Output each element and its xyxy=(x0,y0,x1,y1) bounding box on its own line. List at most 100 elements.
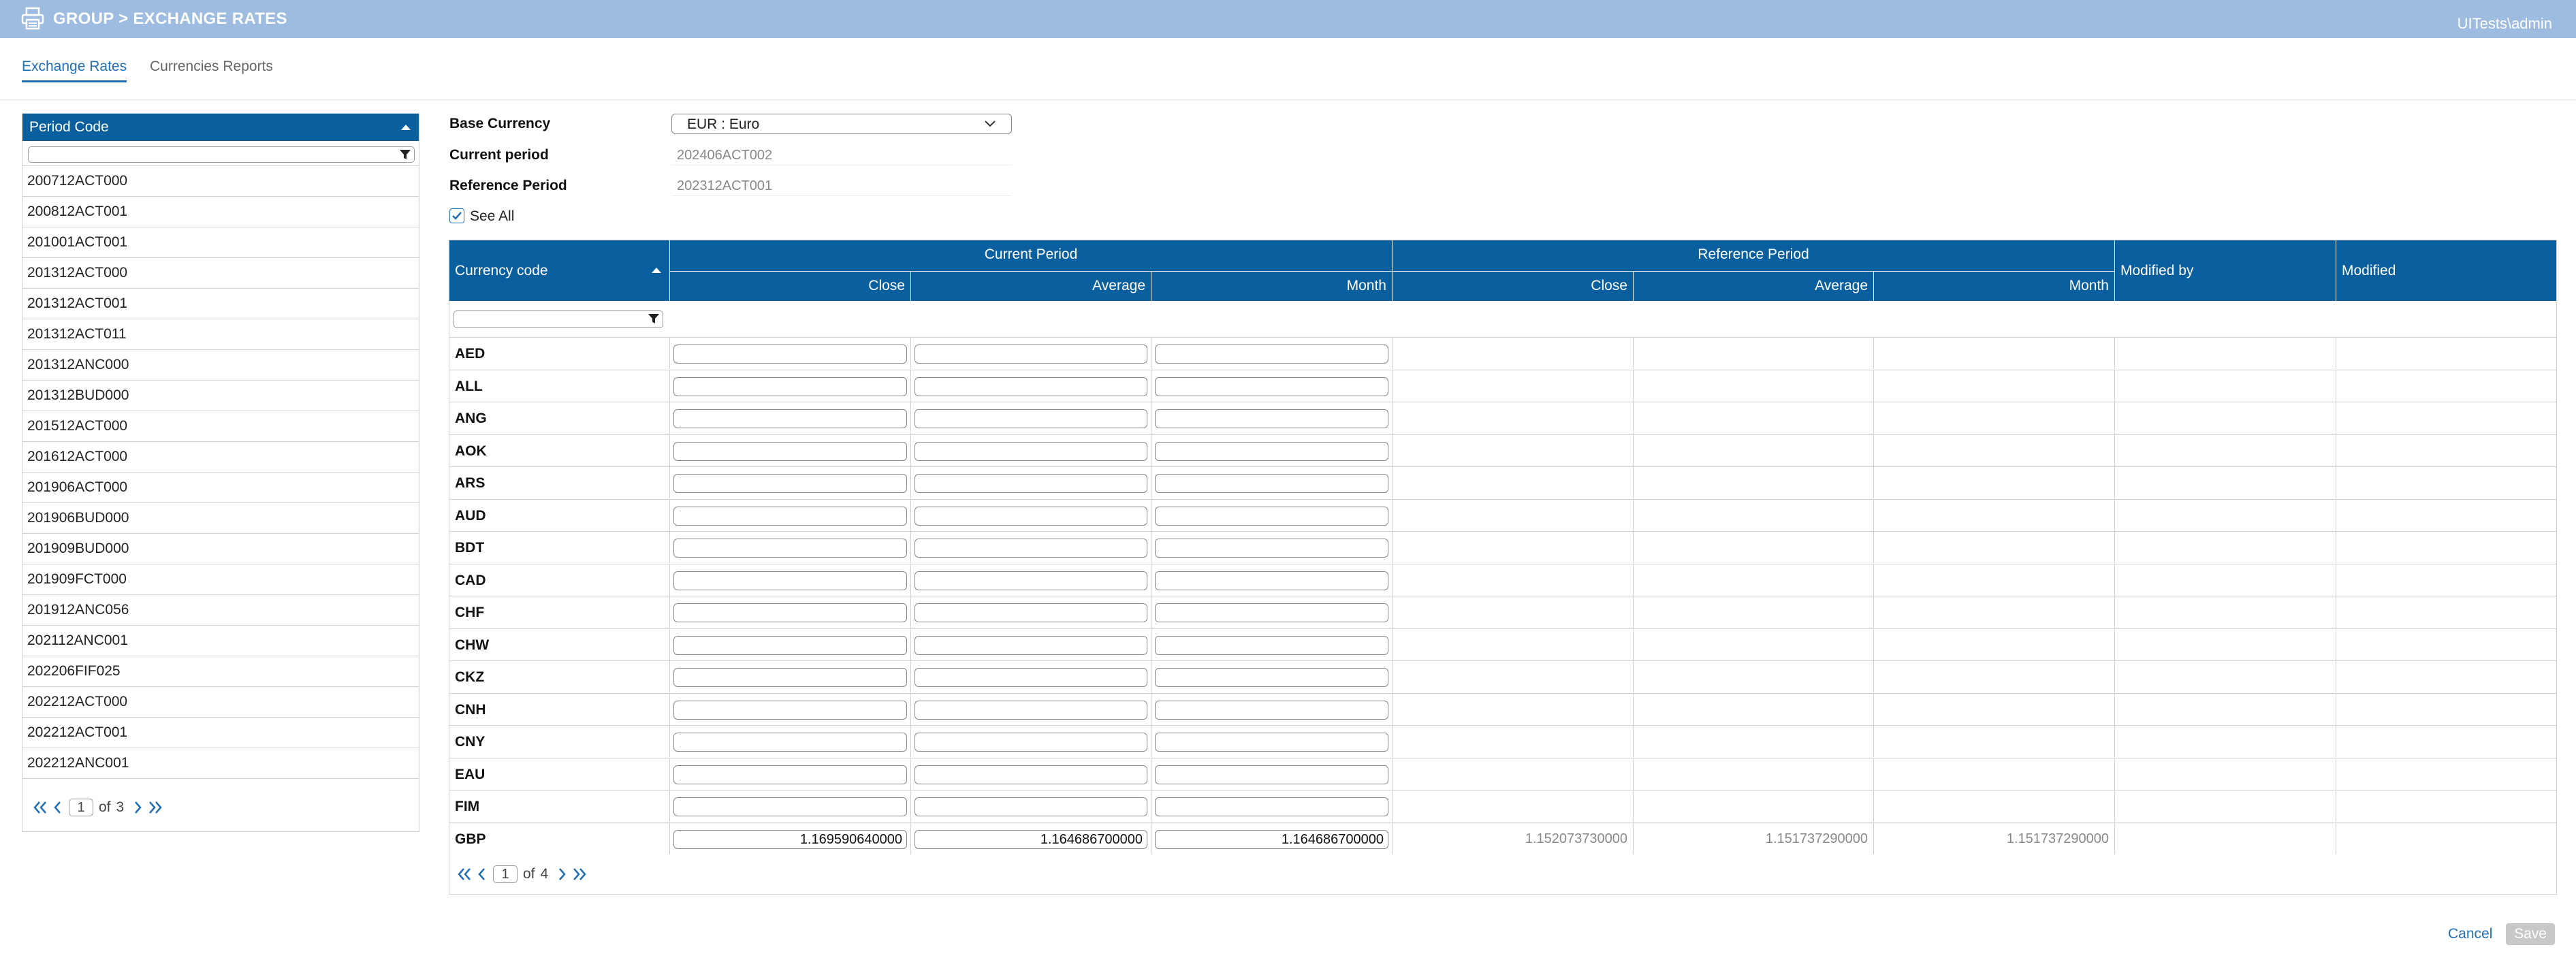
last-page-icon[interactable] xyxy=(571,867,588,882)
current-month-input[interactable]: 1.164686700000 xyxy=(1155,829,1388,849)
current-close-input[interactable] xyxy=(673,571,907,590)
last-page-icon[interactable] xyxy=(147,800,163,815)
period-list-item[interactable]: 201312ACT000 xyxy=(22,258,419,289)
current-average-input[interactable] xyxy=(915,345,1147,364)
current-average-input[interactable] xyxy=(915,571,1147,590)
previous-page-icon[interactable] xyxy=(51,800,63,815)
next-page-icon[interactable] xyxy=(132,800,144,815)
current-month-input[interactable] xyxy=(1155,345,1388,364)
current-month-input[interactable] xyxy=(1155,539,1388,558)
period-list-item[interactable]: 202206FIF025 xyxy=(22,656,419,687)
period-list-item[interactable]: 201612ACT000 xyxy=(22,442,419,473)
period-list-item[interactable]: 200712ACT000 xyxy=(22,166,419,197)
base-currency-select[interactable]: EUR : Euro xyxy=(671,114,1012,134)
period-list-item[interactable]: 202112ANC001 xyxy=(22,626,419,656)
current-month-input[interactable] xyxy=(1155,765,1388,784)
current-month-input[interactable] xyxy=(1155,668,1388,687)
currency-code-header[interactable]: Currency code xyxy=(449,240,669,301)
current-month-input[interactable] xyxy=(1155,441,1388,461)
period-code-header[interactable]: Period Code xyxy=(22,114,419,141)
period-list-item[interactable]: 201912ANC056 xyxy=(22,595,419,626)
current-close-input[interactable] xyxy=(673,345,907,364)
current-month-input[interactable] xyxy=(1155,635,1388,655)
period-list-item[interactable]: 201001ACT001 xyxy=(22,227,419,258)
filter-icon[interactable] xyxy=(399,149,411,160)
currency-code-header-label: Currency code xyxy=(455,263,548,278)
current-average-input[interactable]: 1.164686700000 xyxy=(915,829,1147,849)
current-month-input[interactable] xyxy=(1155,506,1388,526)
current-month-input[interactable] xyxy=(1155,409,1388,428)
current-average-input[interactable] xyxy=(915,668,1147,687)
period-list-item[interactable]: 201512ACT000 xyxy=(22,411,419,442)
current-close-input[interactable] xyxy=(673,441,907,461)
current-close-input[interactable]: 1.169590640000 xyxy=(673,829,907,849)
reference-average-header[interactable]: Average xyxy=(1633,271,1873,301)
current-close-input[interactable] xyxy=(673,539,907,558)
current-month-input[interactable] xyxy=(1155,571,1388,590)
current-average-input[interactable] xyxy=(915,441,1147,461)
current-average-input[interactable] xyxy=(915,539,1147,558)
tab-exchange-rates[interactable]: Exchange Rates xyxy=(22,59,127,82)
next-page-icon[interactable] xyxy=(556,867,569,882)
cancel-button[interactable]: Cancel xyxy=(2448,926,2492,942)
period-list-item[interactable]: 201909FCT000 xyxy=(22,564,419,595)
reference-month-header[interactable]: Month xyxy=(1873,271,2114,301)
grid-page-input[interactable]: 1 xyxy=(493,865,518,883)
period-list-item[interactable]: 202212ACT000 xyxy=(22,687,419,718)
current-month-input[interactable] xyxy=(1155,377,1388,396)
current-close-input[interactable] xyxy=(673,377,907,396)
current-month-input[interactable] xyxy=(1155,474,1388,493)
previous-page-icon[interactable] xyxy=(475,867,488,882)
current-average-input[interactable] xyxy=(915,474,1147,493)
current-average-input[interactable] xyxy=(915,797,1147,816)
current-close-input[interactable] xyxy=(673,506,907,526)
current-close-input[interactable] xyxy=(673,733,907,752)
reference-close-header[interactable]: Close xyxy=(1392,271,1633,301)
current-average-input[interactable] xyxy=(915,733,1147,752)
tab-currencies-reports[interactable]: Currencies Reports xyxy=(150,59,273,75)
first-page-icon[interactable] xyxy=(32,800,48,815)
current-close-input[interactable] xyxy=(673,668,907,687)
period-page-input[interactable]: 1 xyxy=(69,799,93,816)
period-filter-input[interactable] xyxy=(28,146,415,163)
current-average-header[interactable]: Average xyxy=(910,271,1151,301)
current-month-input[interactable] xyxy=(1155,700,1388,720)
current-month-input[interactable] xyxy=(1155,797,1388,816)
current-close-input[interactable] xyxy=(673,635,907,655)
current-average-input[interactable] xyxy=(915,603,1147,622)
current-average-input[interactable] xyxy=(915,700,1147,720)
modified-header[interactable]: Modified xyxy=(2336,240,2556,301)
first-page-icon[interactable] xyxy=(456,867,473,882)
modified-by-header[interactable]: Modified by xyxy=(2114,240,2336,301)
filter-icon[interactable] xyxy=(648,313,660,324)
current-average-input[interactable] xyxy=(915,377,1147,396)
current-close-input[interactable] xyxy=(673,700,907,720)
current-month-input[interactable] xyxy=(1155,603,1388,622)
current-close-input[interactable] xyxy=(673,474,907,493)
period-list-item[interactable]: 202212ACT001 xyxy=(22,718,419,748)
period-list-item[interactable]: 201906ACT000 xyxy=(22,473,419,503)
current-average-input[interactable] xyxy=(915,635,1147,655)
period-list-item[interactable]: 201312ACT001 xyxy=(22,289,419,319)
period-list-item[interactable]: 201312ACT011 xyxy=(22,319,419,350)
current-close-input[interactable] xyxy=(673,409,907,428)
current-month-input[interactable] xyxy=(1155,733,1388,752)
period-list-item[interactable]: 201909BUD000 xyxy=(22,534,419,564)
see-all-checkbox[interactable] xyxy=(449,208,464,223)
current-close-header[interactable]: Close xyxy=(669,271,910,301)
current-average-input[interactable] xyxy=(915,409,1147,428)
period-list-item[interactable]: 202212ANC001 xyxy=(22,748,419,779)
current-average-input[interactable] xyxy=(915,506,1147,526)
currency-filter-input[interactable] xyxy=(454,310,663,328)
current-close-input[interactable] xyxy=(673,765,907,784)
current-month-header[interactable]: Month xyxy=(1151,271,1392,301)
period-list-item[interactable]: 201312BUD000 xyxy=(22,381,419,411)
current-close-input[interactable] xyxy=(673,603,907,622)
current-close-input[interactable] xyxy=(673,797,907,816)
period-list-item[interactable]: 200812ACT001 xyxy=(22,197,419,227)
period-list-item[interactable]: 201312ANC000 xyxy=(22,350,419,381)
cell-divider xyxy=(669,338,670,369)
current-average-input[interactable] xyxy=(915,765,1147,784)
period-list-item[interactable]: 201906BUD000 xyxy=(22,503,419,534)
save-button[interactable]: Save xyxy=(2506,923,2555,945)
